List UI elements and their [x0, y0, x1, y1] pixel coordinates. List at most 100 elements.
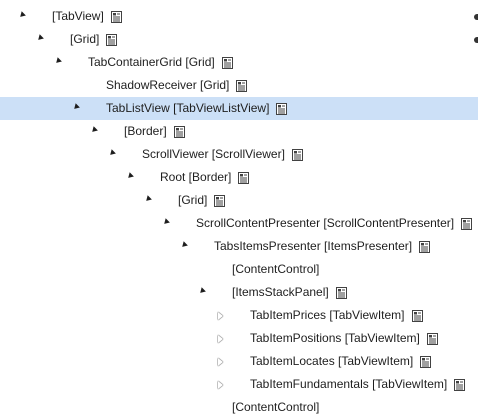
tree-node-label: TabContainerGrid [Grid] [88, 55, 215, 69]
expanded-triangle-glyph [162, 218, 170, 226]
document-icon[interactable] [110, 10, 122, 23]
tree-node-label-group: Root [Border] [160, 166, 250, 189]
tree-node-label-group: [ItemsStackPanel] [232, 281, 347, 304]
expanded-triangle-icon[interactable] [106, 143, 118, 166]
tree-node-label: TabsItemsPresenter [ItemsPresenter] [214, 239, 413, 253]
tree-node-label: [ContentControl] [232, 400, 320, 414]
tree-node-label-group: TabsItemsPresenter [ItemsPresenter] [214, 235, 431, 258]
tree-node-label: [Grid] [70, 32, 100, 46]
collapsed-triangle-icon[interactable] [214, 327, 226, 350]
expanded-triangle-icon[interactable] [70, 97, 82, 120]
tree-node[interactable]: TabListView [TabViewListView] [0, 97, 478, 120]
collapsed-triangle-glyph [217, 380, 223, 389]
tree-node-label-group: [ContentControl] [232, 258, 319, 281]
expanded-triangle-icon[interactable] [196, 281, 208, 304]
tree-node[interactable]: TabItemFundamentals [TabViewItem] [0, 373, 478, 396]
tree-node[interactable]: TabItemPrices [TabViewItem] [0, 304, 478, 327]
expanded-triangle-icon[interactable] [88, 120, 100, 143]
expanded-triangle-glyph [144, 195, 152, 203]
expanded-triangle-icon[interactable] [142, 189, 154, 212]
tree-node-label: Root [Border] [160, 170, 232, 184]
tree-node[interactable]: ShadowReceiver [Grid] [0, 74, 478, 97]
document-icon[interactable] [461, 217, 473, 230]
tree-node-label-group: TabContainerGrid [Grid] [88, 51, 233, 74]
document-icon[interactable] [291, 148, 303, 161]
collapsed-triangle-icon[interactable] [214, 304, 226, 327]
tree-node-label-group: TabItemLocates [TabViewItem] [250, 350, 432, 373]
collapsed-triangle-icon[interactable] [214, 350, 226, 373]
tree-node[interactable]: TabItemLocates [TabViewItem] [0, 350, 478, 373]
expanded-triangle-icon[interactable] [160, 212, 172, 235]
tree-node-label: TabItemLocates [TabViewItem] [250, 354, 414, 368]
document-icon[interactable] [335, 286, 347, 299]
document-icon[interactable] [238, 171, 250, 184]
tree-node-label: TabListView [TabViewListView] [106, 101, 270, 115]
expanded-triangle-glyph [198, 287, 206, 295]
tree-node-label: ShadowReceiver [Grid] [106, 78, 230, 92]
tree-node-label-group: TabItemPrices [TabViewItem] [250, 304, 423, 327]
expanded-triangle-icon[interactable] [178, 235, 190, 258]
tree-node[interactable]: TabItemPositions [TabViewItem] [0, 327, 478, 350]
document-icon[interactable] [173, 125, 185, 138]
expanded-triangle-icon[interactable] [124, 166, 136, 189]
document-icon[interactable] [236, 79, 248, 92]
tree-node-label-group: ShadowReceiver [Grid] [106, 74, 248, 97]
tree-node-label: [ContentControl] [232, 262, 320, 276]
scroll-indicator-icon [474, 14, 478, 20]
tree-node-label: [TabView] [52, 9, 104, 23]
tree-node[interactable]: [ContentControl] [0, 258, 478, 281]
document-icon[interactable] [221, 56, 233, 69]
tree-node-label-group: [Border] [124, 120, 185, 143]
collapsed-triangle-glyph [217, 311, 223, 320]
expanded-triangle-icon[interactable] [52, 51, 64, 74]
expanded-triangle-icon[interactable] [16, 5, 28, 28]
document-icon[interactable] [454, 378, 466, 391]
tree-node-label: [ItemsStackPanel] [232, 285, 329, 299]
tree-node-label: ScrollContentPresenter [ScrollContentPre… [196, 216, 455, 230]
tree-node[interactable]: ScrollViewer [ScrollViewer] [0, 143, 478, 166]
tree-node-label: [Grid] [178, 193, 208, 207]
tree-node-label-group: ScrollContentPresenter [ScrollContentPre… [196, 212, 473, 235]
tree-node-label: TabItemPrices [TabViewItem] [250, 308, 405, 322]
scroll-indicator-icon [474, 37, 478, 43]
document-icon[interactable] [420, 355, 432, 368]
document-icon[interactable] [276, 102, 288, 115]
expanded-triangle-glyph [54, 57, 62, 65]
tree-node[interactable]: Root [Border] [0, 166, 478, 189]
collapsed-triangle-glyph [217, 334, 223, 343]
tree-node[interactable]: [ItemsStackPanel] [0, 281, 478, 304]
document-icon[interactable] [426, 332, 438, 345]
expanded-triangle-icon[interactable] [34, 28, 46, 51]
tree-node-label-group: [Grid] [70, 28, 118, 51]
tree-node-label-group: TabItemPositions [TabViewItem] [250, 327, 438, 350]
collapsed-triangle-glyph [217, 357, 223, 366]
tree-node-label-group: TabListView [TabViewListView] [106, 97, 288, 120]
expanded-triangle-glyph [72, 103, 80, 111]
tree-node[interactable]: TabContainerGrid [Grid] [0, 51, 478, 74]
expanded-triangle-glyph [18, 11, 26, 19]
expanded-triangle-glyph [126, 172, 134, 180]
tree-node-label: TabItemFundamentals [TabViewItem] [250, 377, 448, 391]
tree-node[interactable]: [Border] [0, 120, 478, 143]
document-icon[interactable] [106, 33, 118, 46]
expanded-triangle-glyph [36, 34, 44, 42]
tree-node[interactable]: [ContentControl] [0, 396, 478, 419]
tree-node[interactable]: [TabView] [0, 5, 478, 28]
tree-node[interactable]: [Grid] [0, 28, 478, 51]
tree-node[interactable]: ScrollContentPresenter [ScrollContentPre… [0, 212, 478, 235]
tree-node-label: [Border] [124, 124, 167, 138]
tree-node-label: TabItemPositions [TabViewItem] [250, 331, 420, 345]
document-icon[interactable] [419, 240, 431, 253]
tree-node-label-group: [ContentControl] [232, 396, 319, 419]
tree-node[interactable]: [Grid] [0, 189, 478, 212]
document-icon[interactable] [214, 194, 226, 207]
tree-node[interactable]: TabsItemsPresenter [ItemsPresenter] [0, 235, 478, 258]
live-visual-tree: [TabView] [Grid] TabContainerGrid [Grid] Sh… [0, 0, 478, 414]
tree-node-label-group: [TabView] [52, 5, 122, 28]
tree-node-label-group: ScrollViewer [ScrollViewer] [142, 143, 303, 166]
collapsed-triangle-icon[interactable] [214, 373, 226, 396]
tree-node-label-group: [Grid] [178, 189, 226, 212]
tree-node-label-group: TabItemFundamentals [TabViewItem] [250, 373, 466, 396]
expanded-triangle-glyph [90, 126, 98, 134]
document-icon[interactable] [411, 309, 423, 322]
